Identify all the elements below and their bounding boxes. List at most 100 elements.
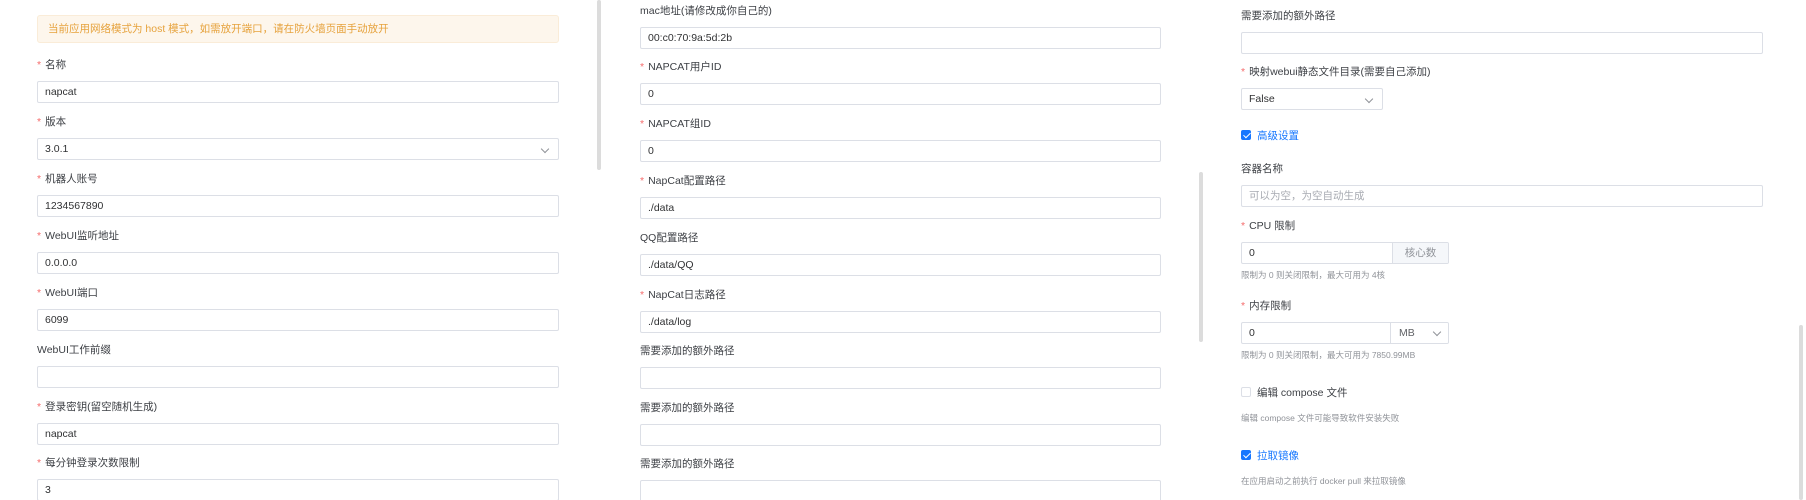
bot-account-input[interactable]: 1234567890 [37,195,559,217]
required-mark: * [1241,220,1246,232]
mac-input[interactable]: 00:c0:70:9a:5d:2b [640,27,1161,49]
memory-unit-value: MB [1399,327,1415,339]
field-label: 需要添加的额外路径 [640,458,735,470]
field-webui-port: * WebUI端口 6099 [37,286,559,331]
qq-path-input[interactable]: ./data/QQ [640,254,1161,276]
required-mark: * [37,173,42,185]
field-login-token: * 登录密钥(留空随机生成) napcat [37,400,559,445]
webui-map-value: False [1249,93,1275,105]
checkbox-label: 编辑 compose 文件 [1257,386,1348,399]
chevron-down-icon [540,144,550,154]
field-label: QQ配置路径 [640,232,699,244]
memory-limit-input[interactable]: 0 MB [1241,322,1449,344]
checkbox-label: 拉取镜像 [1257,449,1299,462]
version-select[interactable]: 3.0.1 [37,138,559,160]
required-mark: * [37,230,42,242]
extra-path-input-1[interactable] [640,367,1161,389]
required-mark: * [37,59,42,71]
field-label: NAPCAT组ID [648,118,711,130]
required-mark: * [37,287,42,299]
checkbox-label: 高级设置 [1257,129,1299,142]
field-login-limit: * 每分钟登录次数限制 3 [37,456,559,500]
field-label: 名称 [45,59,67,71]
middle-scrollbar[interactable] [1199,172,1203,342]
webui-port-input[interactable]: 6099 [37,309,559,331]
field-webui-map: * 映射webui静态文件目录(需要自己添加) False [1241,65,1763,110]
checkbox-checked-icon [1241,450,1251,460]
field-name: * 名称 napcat [37,58,559,103]
field-memory-limit: * 内存限制 0 MB 限制为 0 则关闭限制，最大可用为 7850.99MB [1241,299,1763,360]
extra-path-input-4[interactable] [1241,32,1763,54]
pull-image-checkbox[interactable]: 拉取镜像 [1241,448,1299,462]
field-log-path: * NapCat日志路径 ./data/log [640,288,1161,333]
webui-host-input[interactable]: 0.0.0.0 [37,252,559,274]
field-label: 需要添加的额外路径 [640,402,735,414]
cpu-limit-input[interactable]: 0 核心数 [1241,242,1449,264]
log-path-input[interactable]: ./data/log [640,311,1161,333]
webui-map-select[interactable]: False [1241,88,1383,110]
advanced-settings-checkbox[interactable]: 高级设置 [1241,128,1299,142]
required-mark: * [37,116,42,128]
field-label: 登录密钥(留空随机生成) [45,401,158,413]
gid-input[interactable]: 0 [640,140,1161,162]
field-label: NapCat配置路径 [648,175,726,187]
uid-input[interactable]: 0 [640,83,1161,105]
field-label: 需要添加的额外路径 [640,345,735,357]
extra-path-input-3[interactable] [640,480,1161,500]
login-limit-input[interactable]: 3 [37,479,559,500]
left-scrollbar[interactable] [597,0,601,170]
required-mark: * [1241,300,1246,312]
memory-unit-select[interactable]: MB [1390,323,1448,343]
config-path-input[interactable]: ./data [640,197,1161,219]
required-mark: * [640,118,645,130]
field-webui-prefix: WebUI工作前缀 [37,343,559,388]
field-config-path: * NapCat配置路径 ./data [640,174,1161,219]
field-label: 内存限制 [1249,300,1292,312]
field-gid: * NAPCAT组ID 0 [640,117,1161,162]
field-label: 容器名称 [1241,163,1283,175]
field-cpu-limit: * CPU 限制 0 核心数 限制为 0 则关闭限制，最大可用为 4核 [1241,219,1763,280]
required-mark: * [640,289,645,301]
login-token-input[interactable]: napcat [37,423,559,445]
cpu-unit-label: 核心数 [1392,243,1448,263]
field-label: NAPCAT用户ID [648,61,722,73]
extra-path-input-2[interactable] [640,424,1161,446]
field-container-name: 容器名称 可以为空，为空自动生成 [1241,162,1763,207]
field-uid: * NAPCAT用户ID 0 [640,60,1161,105]
right-scrollbar[interactable] [1799,325,1803,500]
checkbox-unchecked-icon [1241,387,1251,397]
required-mark: * [37,457,42,469]
checkbox-checked-icon [1241,130,1251,140]
field-label: WebUI监听地址 [45,230,119,242]
memory-limit-hint: 限制为 0 则关闭限制，最大可用为 7850.99MB [1241,350,1416,360]
name-input[interactable]: napcat [37,81,559,103]
field-label: 需要添加的额外路径 [1241,10,1336,22]
field-label: mac地址(请修改成你自己的) [640,5,772,17]
field-version: * 版本 3.0.1 [37,115,559,160]
chevron-down-icon [1364,94,1374,104]
edit-compose-checkbox[interactable]: 编辑 compose 文件 [1241,385,1347,399]
field-label: 版本 [45,116,67,128]
field-bot-account: * 机器人账号 1234567890 [37,172,559,217]
field-qq-path: QQ配置路径 ./data/QQ [640,231,1161,276]
field-extra-path-3: 需要添加的额外路径 [640,457,1161,500]
cpu-limit-hint: 限制为 0 则关闭限制，最大可用为 4核 [1241,270,1386,280]
field-mac: mac地址(请修改成你自己的) 00:c0:70:9a:5d:2b [640,4,1161,49]
host-mode-notice: 当前应用网络模式为 host 模式，如需放开端口，请在防火墙页面手动放开 [37,15,559,43]
field-extra-path-2: 需要添加的额外路径 [640,401,1161,446]
edit-compose-hint: 编辑 compose 文件可能导致软件安装失败 [1241,413,1400,423]
field-label: WebUI工作前缀 [37,344,111,356]
container-name-input[interactable]: 可以为空，为空自动生成 [1241,185,1763,207]
cpu-limit-value: 0 [1249,247,1255,259]
field-label: WebUI端口 [45,287,98,299]
field-label: 映射webui静态文件目录(需要自己添加) [1249,66,1431,78]
field-extra-path-4: 需要添加的额外路径 [1241,9,1763,54]
version-value: 3.0.1 [45,143,69,155]
required-mark: * [640,175,645,187]
field-label: CPU 限制 [1249,220,1296,232]
field-webui-host: * WebUI监听地址 0.0.0.0 [37,229,559,274]
webui-prefix-input[interactable] [37,366,559,388]
required-mark: * [640,61,645,73]
field-label: NapCat日志路径 [648,289,726,301]
field-label: 机器人账号 [45,173,98,185]
